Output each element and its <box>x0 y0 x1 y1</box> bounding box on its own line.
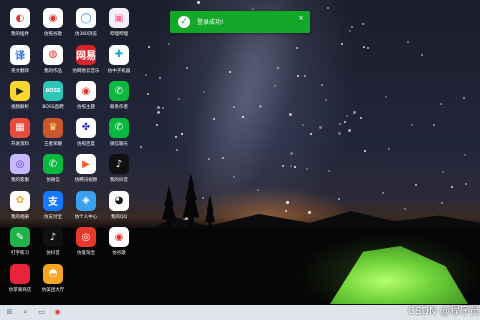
desktop-icon[interactable]: ✆ 联系作者 <box>102 81 136 117</box>
app-icon: ♛ <box>43 117 63 138</box>
desktop-icon[interactable]: 网易 仿网易云音乐 <box>69 44 103 81</box>
browser-icon[interactable]: ◉ <box>52 307 63 318</box>
desktop-icon[interactable]: ✿ 我的相册 <box>3 190 37 227</box>
app-icon: 支 <box>43 190 63 211</box>
desktop-icon[interactable]: ✤ 仿照百度 <box>69 117 103 154</box>
desktop-icon[interactable]: ✚ 仿中子机器 <box>102 44 136 81</box>
close-icon[interactable]: × <box>298 14 304 22</box>
search-icon[interactable]: ⌕ <box>20 307 31 318</box>
app-icon: ◍ <box>43 44 63 65</box>
app-icon: ▶ <box>76 154 96 174</box>
app-icon: ✎ <box>10 227 30 247</box>
desktop-icon[interactable]: ◉ 仿谷歌 <box>102 227 136 263</box>
desktop-icon[interactable]: ✎ 打字练习 <box>3 227 37 263</box>
app-icon: ◉ <box>76 81 96 101</box>
app-icon: ◎ <box>10 154 30 174</box>
desktop-icon[interactable]: ♛ 王者荣耀 <box>36 117 70 154</box>
toast-message: 登录成功! <box>197 19 224 26</box>
app-icon: ✤ <box>76 117 96 138</box>
app-icon: ▶ <box>10 81 30 101</box>
app-icon: 译 <box>10 44 30 65</box>
app-icon: ◉ <box>43 8 63 28</box>
check-icon: ✓ <box>178 16 190 28</box>
desktop-icon[interactable]: ◓ 仿美团大厅 <box>36 263 70 300</box>
app-icon: ◓ <box>43 263 63 284</box>
desktop-icon-label: 哔哩哔哩 <box>110 32 128 37</box>
desktop-icon[interactable]: 译英文翻译 <box>3 44 37 81</box>
app-icon: ◐ <box>10 8 30 28</box>
app-icon: ✚ <box>109 44 129 65</box>
desktop-icon[interactable]: ◍ 我的作品 <box>36 44 70 81</box>
app-icon: ◉ <box>109 227 129 247</box>
desktop-icon[interactable]: ◉ 仿照谷歌 <box>36 8 70 44</box>
watermark: CSDN @程序员 <box>408 306 480 317</box>
desktop-icon-label: 我的QQ <box>110 214 128 220</box>
desktop-icon[interactable]: ◎ 我的客服 <box>3 154 37 190</box>
app-icon: BOSS <box>43 81 63 101</box>
app-icon: ◎ <box>76 227 96 247</box>
desktop-icon[interactable]: ◎ 仿爱淘宝 <box>69 227 103 263</box>
desktop-icon[interactable]: ◐ 我的插件 <box>3 8 37 44</box>
app-icon: ◈ <box>76 190 96 211</box>
desktop-icon-label: 我的抖音 <box>110 178 128 183</box>
app-icon: ▣ <box>109 8 129 28</box>
desktop-icon-label: 仿谷歌 <box>112 251 126 256</box>
desktop-icon[interactable]: ▦ 开发资料 <box>3 117 37 154</box>
desktop-icon-label: 联系作者 <box>110 105 128 110</box>
taskview-icon[interactable]: ▭ <box>36 307 47 318</box>
desktop-icon[interactable]: ▶ 仿腾讯视频 <box>69 154 103 190</box>
app-icon: ✆ <box>43 154 63 174</box>
app-icon: ◯ <box>76 8 96 28</box>
app-icon: ♪ <box>43 227 63 247</box>
desktop-icon[interactable]: ▣ 哔哩哔哩 <box>102 8 136 44</box>
app-icon <box>10 263 30 284</box>
app-icon: ✆ <box>109 81 129 101</box>
desktop-icon[interactable]: ✆ 仿微信 <box>36 154 70 190</box>
start-button[interactable]: ⊞ <box>4 307 15 318</box>
desktop-icon[interactable]: ✆ 微信聊天 <box>102 117 136 154</box>
app-icon: ✿ <box>10 190 30 211</box>
desktop-icon[interactable]: ◉ 仿照主题 <box>69 81 103 117</box>
login-success-toast: ✓ 登录成功! × <box>170 11 310 33</box>
desktop-icon[interactable]: ▶ 视频解析 <box>3 81 37 117</box>
desktop-icon[interactable]: BOSS BOSS直聘 <box>36 81 70 117</box>
desktop-icon-label: 仿中子机器 <box>107 68 131 74</box>
app-icon: ♪ <box>109 154 129 174</box>
desktop-icon-label: 仿美团大厅 <box>41 287 65 293</box>
app-icon: 网易 <box>76 44 96 65</box>
desktop-icon[interactable]: ♪ 仿抖音 <box>36 227 70 263</box>
desktop-icon-label: 微信聊天 <box>110 141 128 147</box>
desktop-icon[interactable]: 仿苹果商店 <box>3 263 37 300</box>
desktop-icon[interactable]: ◯ 仿360浏览 <box>69 8 103 44</box>
desktop-icon[interactable]: 支仿支付宝 <box>36 190 70 227</box>
desktop-icon[interactable]: ♪ 我的抖音 <box>102 154 136 190</box>
desktop-icon[interactable]: ◈ 仿个人中心 <box>69 190 103 227</box>
app-icon: ✆ <box>109 117 129 138</box>
app-icon: ▦ <box>10 117 30 138</box>
desktop-icon[interactable]: ◕ 我的QQ <box>102 190 136 227</box>
app-icon: ◕ <box>109 190 129 211</box>
